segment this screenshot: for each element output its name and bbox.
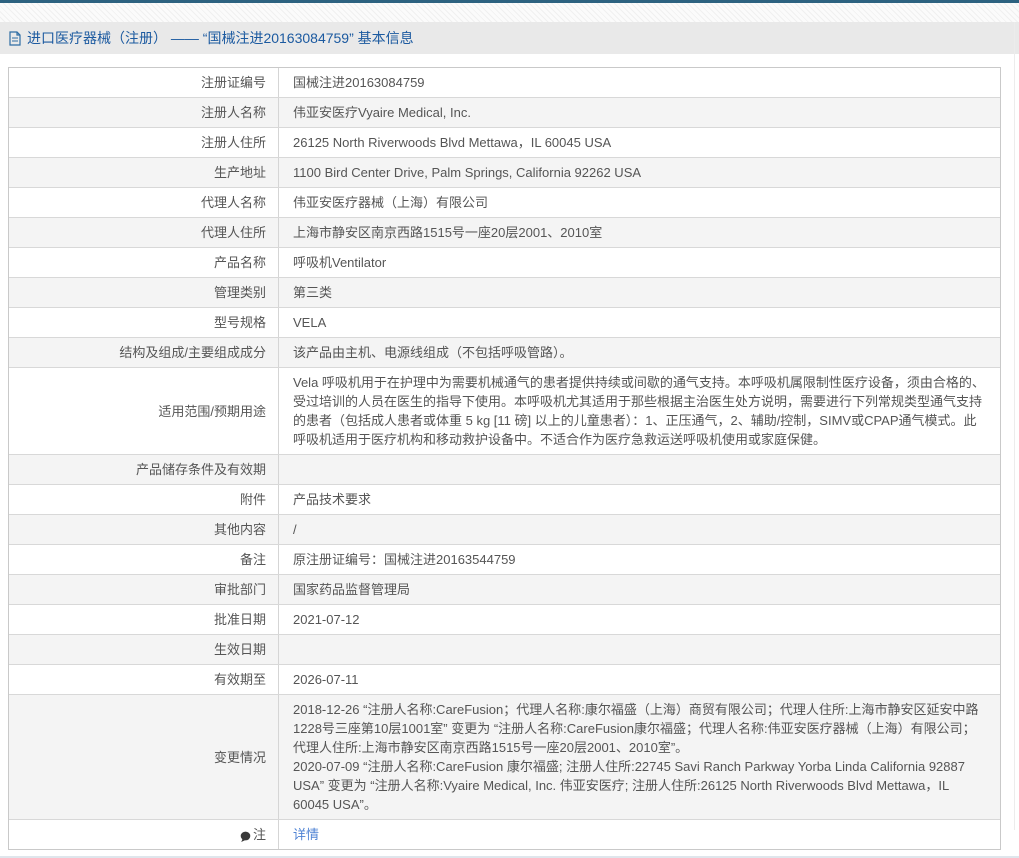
table-row: 生效日期 — [9, 635, 1000, 665]
row-label: 备注 — [9, 545, 279, 574]
row-value: 国家药品监督管理局 — [279, 575, 1000, 604]
row-value: 伟亚安医疗器械（上海）有限公司 — [279, 188, 1000, 217]
row-label: 注册人名称 — [9, 98, 279, 127]
row-value: 产品技术要求 — [279, 485, 1000, 514]
row-label: 代理人名称 — [9, 188, 279, 217]
table-row: 管理类别 第三类 — [9, 278, 1000, 308]
page-header: 进口医疗器械（注册） —— “国械注进20163084759” 基本信息 — [0, 22, 1019, 54]
table-row: 代理人住所 上海市静安区南京西路1515号一座20层2001、2010室 — [9, 218, 1000, 248]
row-label: 产品储存条件及有效期 — [9, 455, 279, 484]
row-value — [279, 455, 1000, 484]
row-label: 型号规格 — [9, 308, 279, 337]
table-row: 注册证编号 国械注进20163084759 — [9, 68, 1000, 98]
row-label: 适用范围/预期用途 — [9, 368, 279, 454]
row-value: 国械注进20163084759 — [279, 68, 1000, 97]
row-label: 注册证编号 — [9, 68, 279, 97]
table-row: 注册人住所 26125 North Riverwoods Blvd Mettaw… — [9, 128, 1000, 158]
row-value: 详情 — [279, 820, 1000, 849]
row-value: 伟亚安医疗Vyaire Medical, Inc. — [279, 98, 1000, 127]
info-table: 注册证编号 国械注进20163084759 注册人名称 伟亚安医疗Vyaire … — [8, 67, 1001, 850]
row-value: 呼吸机Ventilator — [279, 248, 1000, 277]
row-label: 产品名称 — [9, 248, 279, 277]
row-label: 注 — [9, 820, 279, 849]
table-row: 注册人名称 伟亚安医疗Vyaire Medical, Inc. — [9, 98, 1000, 128]
row-label: 管理类别 — [9, 278, 279, 307]
table-row: 产品储存条件及有效期 — [9, 455, 1000, 485]
row-value: 2021-07-12 — [279, 605, 1000, 634]
row-value: 上海市静安区南京西路1515号一座20层2001、2010室 — [279, 218, 1000, 247]
row-value — [279, 635, 1000, 664]
row-label: 批准日期 — [9, 605, 279, 634]
note-label: 注 — [253, 825, 266, 844]
row-value: 该产品由主机、电源线组成（不包括呼吸管路）。 — [279, 338, 1000, 367]
table-row: 备注 原注册证编号：国械注进20163544759 — [9, 545, 1000, 575]
row-label: 有效期至 — [9, 665, 279, 694]
row-label: 生效日期 — [9, 635, 279, 664]
table-row: 有效期至 2026-07-11 — [9, 665, 1000, 695]
page-right-edge — [1014, 22, 1015, 830]
page: 进口医疗器械（注册） —— “国械注进20163084759” 基本信息 注册证… — [0, 0, 1019, 830]
row-label: 变更情况 — [9, 695, 279, 819]
row-label: 生产地址 — [9, 158, 279, 187]
row-label: 审批部门 — [9, 575, 279, 604]
row-value: 原注册证编号：国械注进20163544759 — [279, 545, 1000, 574]
comment-icon — [240, 829, 251, 841]
table-row: 产品名称 呼吸机Ventilator — [9, 248, 1000, 278]
row-label: 结构及组成/主要组成成分 — [9, 338, 279, 367]
row-value: 2026-07-11 — [279, 665, 1000, 694]
table-row: 生产地址 1100 Bird Center Drive, Palm Spring… — [9, 158, 1000, 188]
row-label: 其他内容 — [9, 515, 279, 544]
striped-band — [0, 3, 1019, 22]
table-row: 型号规格 VELA — [9, 308, 1000, 338]
row-value: Vela 呼吸机用于在护理中为需要机械通气的患者提供持续或间歇的通气支持。本呼吸… — [279, 368, 1000, 454]
note-row: 注 详情 — [9, 820, 1000, 849]
row-value: / — [279, 515, 1000, 544]
row-value: 2018-12-26 “注册人名称:CareFusion；代理人名称:康尔福盛（… — [279, 695, 1000, 819]
table-row: 附件 产品技术要求 — [9, 485, 1000, 515]
row-value: 1100 Bird Center Drive, Palm Springs, Ca… — [279, 158, 1000, 187]
page-title: 进口医疗器械（注册） —— “国械注进20163084759” 基本信息 — [27, 28, 414, 48]
document-icon — [9, 31, 21, 46]
table-row: 其他内容 / — [9, 515, 1000, 545]
table-row: 变更情况 2018-12-26 “注册人名称:CareFusion；代理人名称:… — [9, 695, 1000, 820]
row-label: 代理人住所 — [9, 218, 279, 247]
table-row: 结构及组成/主要组成成分 该产品由主机、电源线组成（不包括呼吸管路）。 — [9, 338, 1000, 368]
table-row: 批准日期 2021-07-12 — [9, 605, 1000, 635]
row-label: 附件 — [9, 485, 279, 514]
table-row: 代理人名称 伟亚安医疗器械（上海）有限公司 — [9, 188, 1000, 218]
detail-link[interactable]: 详情 — [293, 825, 319, 844]
row-value: 26125 North Riverwoods Blvd Mettawa，IL 6… — [279, 128, 1000, 157]
table-row: 审批部门 国家药品监督管理局 — [9, 575, 1000, 605]
row-label: 注册人住所 — [9, 128, 279, 157]
row-value: 第三类 — [279, 278, 1000, 307]
table-row: 适用范围/预期用途 Vela 呼吸机用于在护理中为需要机械通气的患者提供持续或间… — [9, 368, 1000, 455]
row-value: VELA — [279, 308, 1000, 337]
